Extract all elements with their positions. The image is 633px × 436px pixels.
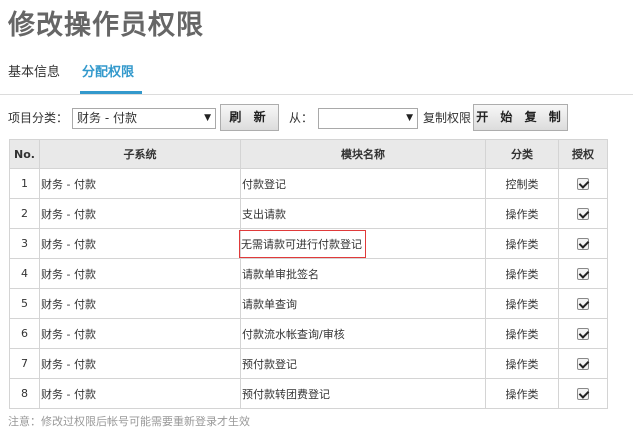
category-label: 项目分类： [8,111,69,125]
chevron-down-icon: ▼ [204,113,211,123]
row-number: 5 [9,288,40,319]
copy-permissions-label: 复制权限 [423,111,472,125]
row-type: 操作类 [485,318,559,349]
active-tab-indicator [80,91,142,94]
row-type: 控制类 [485,168,559,199]
row-subsystem: 财务 - 付款 [39,198,241,229]
tab-assign-permissions[interactable]: 分配权限 [82,64,134,82]
start-copy-button[interactable]: 开 始 复 制 [473,104,568,131]
header-module: 模块名称 [240,139,486,169]
row-module: 预付款登记 [240,348,486,379]
category-select[interactable]: 财务 - 付款 ▼ [72,108,216,129]
auth-checkbox[interactable] [577,328,589,340]
row-auth-cell [558,198,608,229]
auth-checkbox[interactable] [577,298,589,310]
row-number: 3 [9,228,40,259]
row-auth-cell [558,318,608,349]
row-module: 预付款转团费登记 [240,378,486,409]
row-type: 操作类 [485,228,559,259]
table-row: 4 财务 - 付款 请款单审批签名 操作类 [9,258,608,289]
row-type: 操作类 [485,198,559,229]
row-number: 4 [9,258,40,289]
row-module-highlighted: 无需请款可进行付款登记 [239,229,366,258]
row-number: 2 [9,198,40,229]
header-no: No. [9,139,40,169]
row-subsystem: 财务 - 付款 [39,288,241,319]
page-title: 修改操作员权限 [8,10,204,41]
row-auth-cell [558,228,608,259]
table-row: 7 财务 - 付款 预付款登记 操作类 [9,348,608,379]
row-type: 操作类 [485,378,559,409]
table-row: 6 财务 - 付款 付款流水帐查询/审核 操作类 [9,318,608,349]
row-number: 1 [9,168,40,199]
tab-bar: 基本信息 分配权限 [0,58,633,95]
row-subsystem: 财务 - 付款 [39,318,241,349]
chevron-down-icon: ▼ [406,113,413,123]
permissions-table: No. 子系统 模块名称 分类 授权 1 财务 - 付款 付款登记 控制类 2 … [9,139,608,409]
row-subsystem: 财务 - 付款 [39,228,241,259]
row-number: 6 [9,318,40,349]
auth-checkbox[interactable] [577,358,589,370]
header-subsystem: 子系统 [39,139,241,169]
refresh-button[interactable]: 刷 新 [220,104,279,131]
table-row: 3 财务 - 付款 无需请款可进行付款登记 操作类 [9,228,608,259]
row-module: 付款登记 [240,168,486,199]
row-module: 支出请款 [240,198,486,229]
header-type: 分类 [485,139,559,169]
table-row: 2 财务 - 付款 支出请款 操作类 [9,198,608,229]
row-auth-cell [558,168,608,199]
category-select-value: 财务 - 付款 [77,111,137,125]
row-module: 请款单审批签名 [240,258,486,289]
auth-checkbox[interactable] [577,178,589,190]
row-subsystem: 财务 - 付款 [39,258,241,289]
from-select[interactable]: ▼ [318,108,418,129]
auth-checkbox[interactable] [577,238,589,250]
row-module-cell: 无需请款可进行付款登记 [239,228,486,259]
auth-checkbox[interactable] [577,208,589,220]
auth-checkbox[interactable] [577,268,589,280]
row-number: 8 [9,378,40,409]
footer-note: 注意：修改过权限后帐号可能需要重新登录才生效 [8,415,250,428]
row-auth-cell [558,288,608,319]
auth-checkbox[interactable] [577,388,589,400]
row-number: 7 [9,348,40,379]
row-subsystem: 财务 - 付款 [39,348,241,379]
table-row: 5 财务 - 付款 请款单查询 操作类 [9,288,608,319]
table-row: 1 财务 - 付款 付款登记 控制类 [9,168,608,199]
row-auth-cell [558,348,608,379]
toolbar: 项目分类： 财务 - 付款 ▼ 刷 新 从： ▼ 复制权限 开 始 复 制 [0,104,633,132]
row-subsystem: 财务 - 付款 [39,168,241,199]
row-type: 操作类 [485,348,559,379]
row-module: 付款流水帐查询/审核 [240,318,486,349]
row-type: 操作类 [485,288,559,319]
tab-basic-info[interactable]: 基本信息 [8,64,60,82]
row-subsystem: 财务 - 付款 [39,378,241,409]
from-label: 从： [289,111,314,125]
row-auth-cell [558,258,608,289]
row-module: 请款单查询 [240,288,486,319]
table-row: 8 财务 - 付款 预付款转团费登记 操作类 [9,378,608,409]
header-auth: 授权 [558,139,608,169]
table-header-row: No. 子系统 模块名称 分类 授权 [9,139,608,169]
row-auth-cell [558,378,608,409]
row-type: 操作类 [485,258,559,289]
